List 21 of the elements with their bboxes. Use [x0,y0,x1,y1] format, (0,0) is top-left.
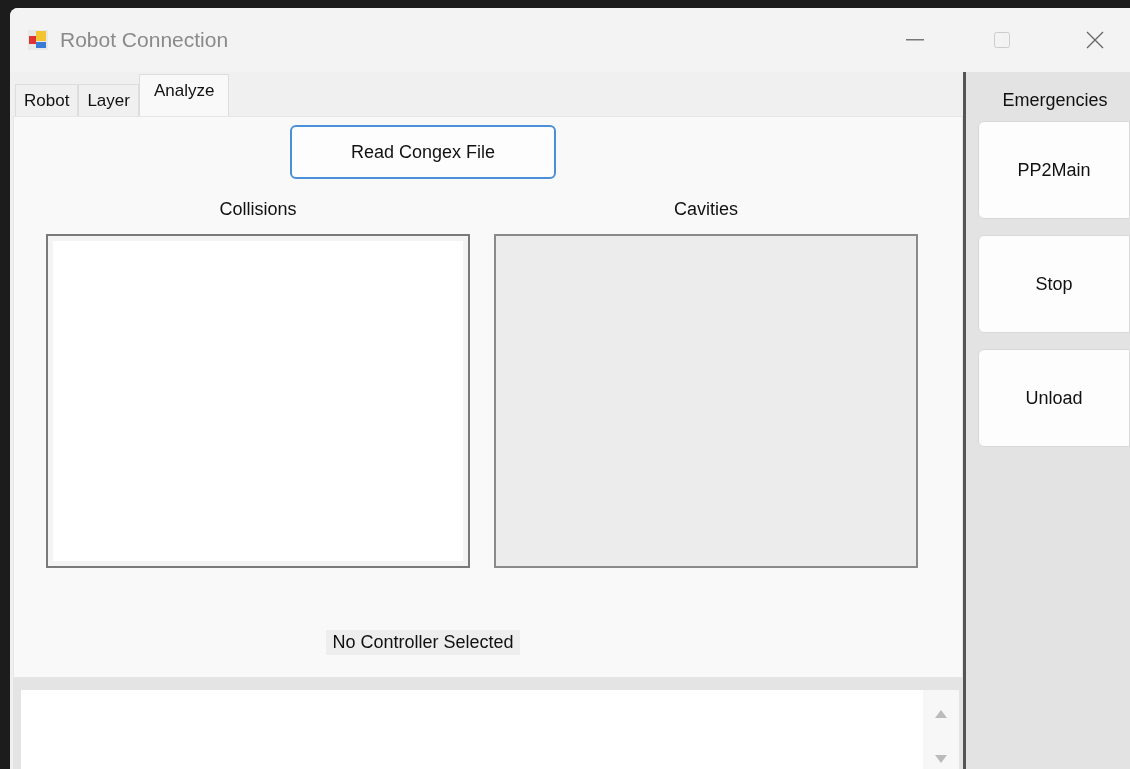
close-icon[interactable] [1086,31,1104,49]
scroll-bar[interactable] [923,690,959,769]
list-label: Cavities [674,199,738,220]
maximize-icon[interactable] [994,32,1010,48]
tab[interactable]: Robot [15,84,79,116]
emergency-button[interactable]: PP2Main [978,121,1130,219]
status-label: No Controller Selected [326,630,520,655]
minimize-icon[interactable] [906,39,924,41]
tab[interactable]: Analyze [138,74,230,116]
window-title: Robot Connection [60,28,229,52]
panel-title: Emergencies [1002,90,1108,111]
emergency-button[interactable]: Stop [978,235,1130,333]
emergency-button[interactable]: Unload [978,349,1130,447]
list-box[interactable] [46,234,470,568]
log-text-box[interactable] [21,690,959,769]
scroll-up-icon[interactable] [935,710,947,718]
tab[interactable]: Layer [78,84,139,116]
app-icon [28,30,48,50]
scroll-down-icon[interactable] [935,755,947,763]
list-label: Collisions [219,199,297,220]
read-file-button[interactable]: Read Congex File [290,125,556,179]
